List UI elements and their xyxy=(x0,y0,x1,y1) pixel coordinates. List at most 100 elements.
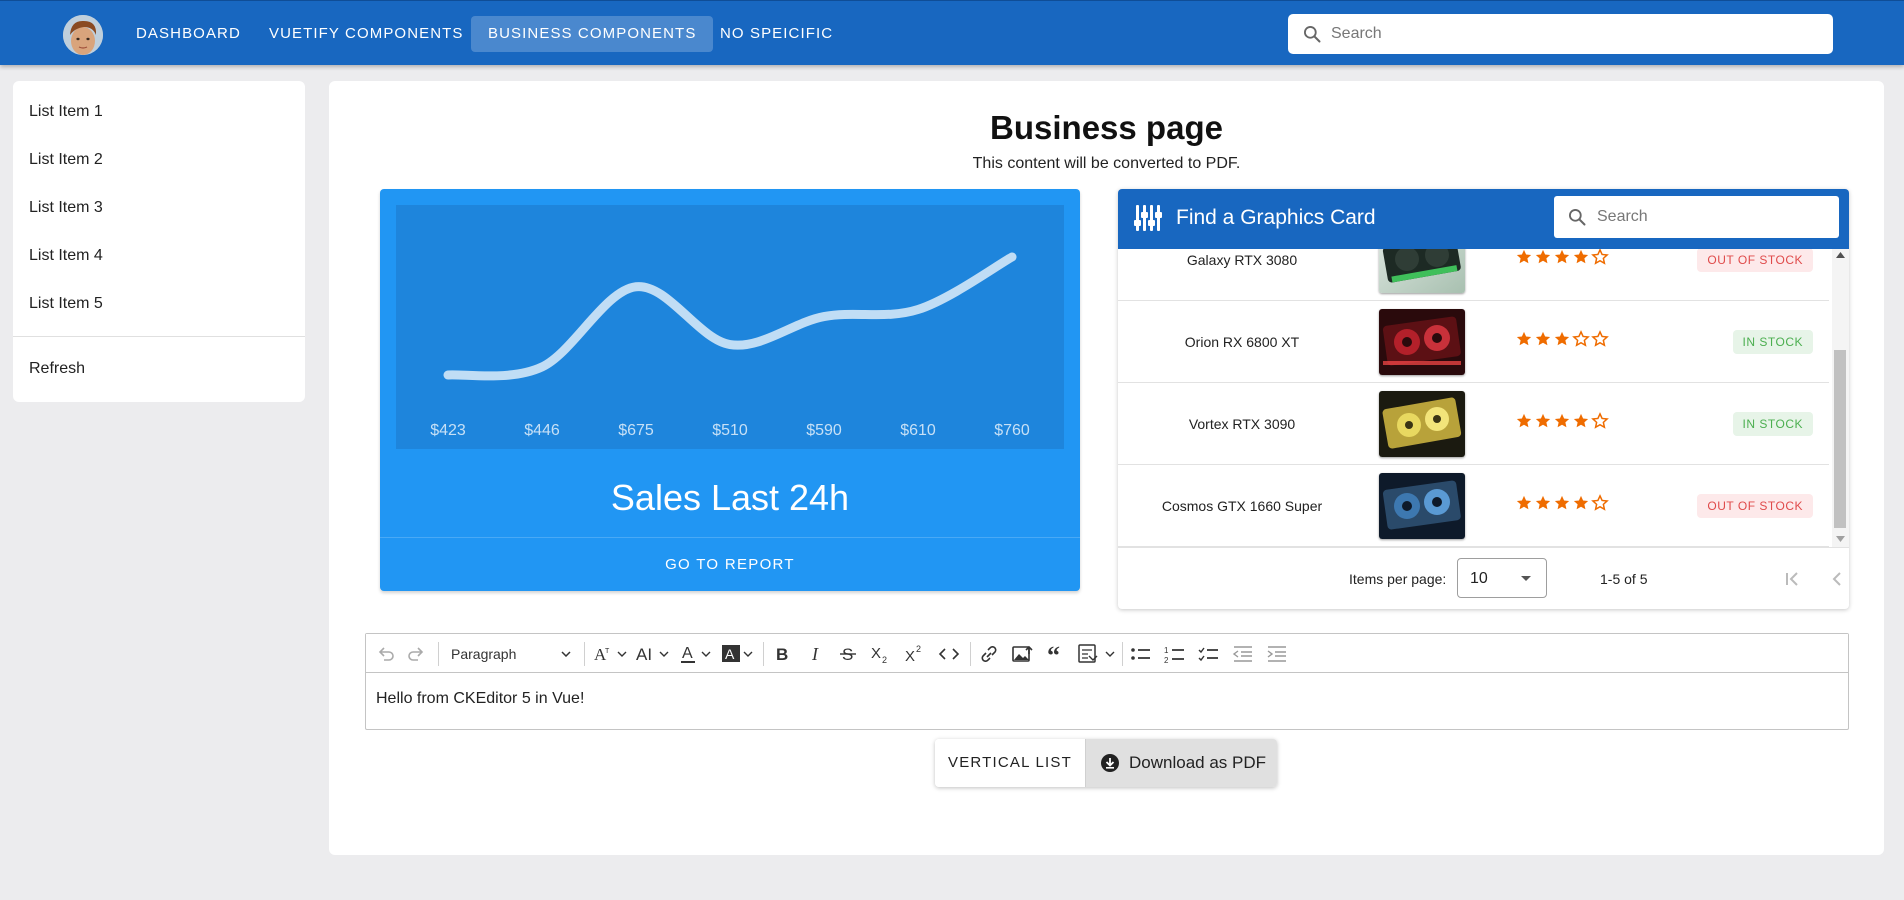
star-filled-icon[interactable] xyxy=(1515,330,1533,348)
scrollbar-thumb[interactable] xyxy=(1834,350,1846,528)
sales-tick-label: $446 xyxy=(524,422,560,439)
scroll-down-icon[interactable] xyxy=(1836,536,1845,542)
sales-tick-label: $675 xyxy=(618,422,654,439)
paragraph-dropdown[interactable]: Paragraph xyxy=(451,642,571,666)
sidebar-item-5[interactable]: List Item 5 xyxy=(13,284,305,324)
star-filled-icon[interactable] xyxy=(1515,412,1533,430)
font-size-icon[interactable]: AT xyxy=(594,642,630,666)
font-background-color-icon[interactable]: A xyxy=(722,642,758,666)
items-per-page-select[interactable]: 10 xyxy=(1457,558,1547,598)
star-filled-icon[interactable] xyxy=(1572,412,1590,430)
sales-tick-label: $610 xyxy=(900,422,936,439)
subscript-icon[interactable]: X2 xyxy=(870,642,892,666)
caret-down-icon xyxy=(1521,576,1531,581)
toolbar-separator xyxy=(584,642,585,666)
previous-page-icon[interactable] xyxy=(1825,567,1849,591)
gpu-search-input[interactable] xyxy=(1595,196,1830,238)
code-icon[interactable] xyxy=(938,642,960,666)
star-filled-icon[interactable] xyxy=(1534,330,1552,348)
chevron-down-icon xyxy=(561,651,571,657)
status-badge: OUT OF STOCK xyxy=(1697,494,1813,518)
sidebar-item-4[interactable]: List Item 4 xyxy=(13,236,305,276)
font-family-icon[interactable]: AI xyxy=(636,642,672,666)
svg-text:2: 2 xyxy=(916,644,921,654)
numbered-list-icon[interactable]: 12 xyxy=(1164,642,1186,666)
todo-list-icon[interactable] xyxy=(1198,642,1220,666)
go-to-report-button[interactable]: GO TO REPORT xyxy=(380,538,1080,591)
sales-line xyxy=(443,252,1017,381)
sales-tick-label: $510 xyxy=(712,422,748,439)
sales-tick-label: $590 xyxy=(806,422,842,439)
link-icon[interactable] xyxy=(978,642,1000,666)
superscript-icon[interactable]: X2 xyxy=(904,642,926,666)
vertical-list-button[interactable]: VERTICAL LIST xyxy=(935,739,1086,787)
sales-card: $423 $446 $675 $510 $590 $610 $760 Sales Last … xyxy=(380,189,1080,591)
redo-icon[interactable] xyxy=(406,642,426,666)
star-filled-icon[interactable] xyxy=(1515,494,1533,512)
sales-title: Sales Last 24h xyxy=(610,477,850,518)
rating-stars[interactable] xyxy=(1515,330,1609,352)
star-filled-icon[interactable] xyxy=(1572,494,1590,512)
gpu-name: Vortex RTX 3090 xyxy=(1188,416,1296,432)
star-outline-icon[interactable] xyxy=(1591,249,1609,266)
insert-image-icon[interactable] xyxy=(1012,642,1034,666)
star-filled-icon[interactable] xyxy=(1553,412,1571,430)
editor-toolbar: Paragraph AT AI A A B I S X 2 X 2 “ 1 2 xyxy=(366,634,1848,673)
first-page-icon[interactable] xyxy=(1780,567,1804,591)
sidebar-item-2[interactable]: List Item 2 xyxy=(13,140,305,180)
star-outline-icon[interactable] xyxy=(1591,330,1609,348)
nav-dashboard[interactable]: DASHBOARD xyxy=(119,16,258,52)
svg-text:I: I xyxy=(811,644,819,664)
table-row[interactable]: Cosmos GTX 1660 Super OUT OF STOCK xyxy=(1118,466,1829,547)
sidebar-refresh[interactable]: Refresh xyxy=(13,349,305,389)
editor-content[interactable]: Hello from CKEditor 5 in Vue! xyxy=(376,690,584,708)
nav-business-components[interactable]: BUSINESS COMPONENTS xyxy=(471,16,714,52)
rating-stars[interactable] xyxy=(1515,494,1609,516)
star-outline-icon[interactable] xyxy=(1572,330,1590,348)
user-avatar[interactable] xyxy=(63,15,103,55)
bold-icon[interactable]: B xyxy=(772,642,792,666)
table-scrollbar[interactable] xyxy=(1832,249,1849,547)
font-color-icon[interactable]: A xyxy=(680,642,716,666)
indent-icon[interactable] xyxy=(1266,642,1288,666)
star-filled-icon[interactable] xyxy=(1534,249,1552,266)
star-outline-icon[interactable] xyxy=(1591,494,1609,512)
sidebar-item-1[interactable]: List Item 1 xyxy=(13,92,305,132)
bulleted-list-icon[interactable] xyxy=(1130,642,1152,666)
rating-stars[interactable] xyxy=(1515,412,1609,434)
gpu-search-box[interactable] xyxy=(1554,196,1839,238)
table-row[interactable]: Orion RX 6800 XT IN STOCK xyxy=(1118,302,1829,383)
nav-no-specific[interactable]: NO SPEICIFIC xyxy=(703,16,850,52)
rating-stars[interactable] xyxy=(1515,249,1609,270)
star-filled-icon[interactable] xyxy=(1515,249,1533,266)
top-search-box[interactable] xyxy=(1288,14,1833,54)
strikethrough-icon[interactable]: S xyxy=(838,642,858,666)
sales-tick-label: $423 xyxy=(430,422,466,439)
block-quote-icon[interactable]: “ xyxy=(1046,642,1068,666)
nav-vuetify-components[interactable]: VUETIFY COMPONENTS xyxy=(252,16,481,52)
star-filled-icon[interactable] xyxy=(1553,249,1571,266)
outdent-icon[interactable] xyxy=(1232,642,1254,666)
sidebar-item-3[interactable]: List Item 3 xyxy=(13,188,305,228)
table-row[interactable]: Vortex RTX 3090 IN STOCK xyxy=(1118,384,1829,465)
tune-sliders-icon xyxy=(1134,205,1162,231)
star-filled-icon[interactable] xyxy=(1572,249,1590,266)
download-pdf-button[interactable]: Download as PDF xyxy=(1086,739,1277,787)
italic-icon[interactable]: I xyxy=(806,642,826,666)
status-badge: IN STOCK xyxy=(1732,330,1813,354)
star-filled-icon[interactable] xyxy=(1534,412,1552,430)
insert-table-icon[interactable] xyxy=(1078,642,1120,666)
scroll-up-icon[interactable] xyxy=(1836,252,1845,258)
svg-text:AI: AI xyxy=(636,645,652,664)
table-row[interactable]: Galaxy RTX 3080 OUT OF STOCK xyxy=(1118,249,1829,301)
star-filled-icon[interactable] xyxy=(1553,330,1571,348)
star-outline-icon[interactable] xyxy=(1591,412,1609,430)
download-pdf-label: Download as PDF xyxy=(1129,753,1267,772)
sidebar-divider xyxy=(13,336,305,337)
undo-icon[interactable] xyxy=(376,642,396,666)
star-filled-icon[interactable] xyxy=(1553,494,1571,512)
gpu-name: Galaxy RTX 3080 xyxy=(1186,252,1298,268)
gpu-name: Orion RX 6800 XT xyxy=(1184,334,1300,350)
star-filled-icon[interactable] xyxy=(1534,494,1552,512)
top-search-input[interactable] xyxy=(1329,14,1819,54)
